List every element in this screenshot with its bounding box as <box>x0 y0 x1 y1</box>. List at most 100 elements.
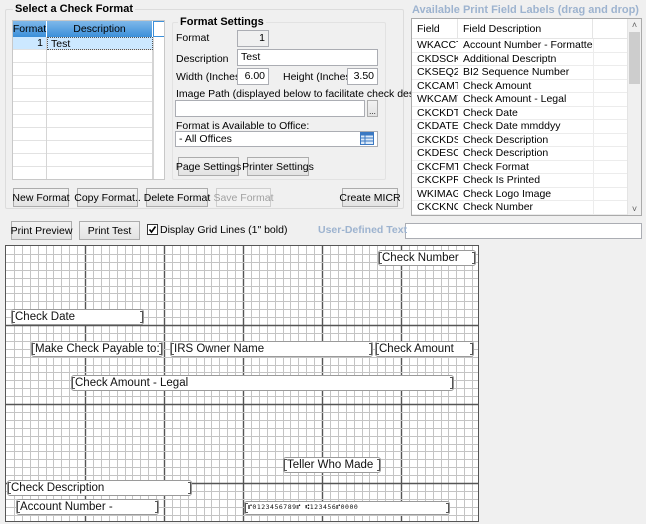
description-input[interactable]: Test <box>237 49 378 66</box>
field-list-item[interactable]: CKDATE Check Date mmddyy <box>412 120 627 134</box>
field-extra-cell <box>593 133 627 147</box>
format-label: Format <box>176 32 210 44</box>
cell-empty <box>13 154 47 167</box>
design-field-micr-line[interactable]: ⑈0123456789⑈ ⑆123456⑈0000 <box>244 501 450 515</box>
cell-empty <box>13 167 47 179</box>
delete-format-button[interactable]: Delete Format <box>144 188 210 207</box>
table-row-empty <box>13 102 153 115</box>
design-field-teller[interactable]: Teller Who Made <box>283 457 381 473</box>
field-extra-cell <box>593 39 627 53</box>
table-column-blank <box>153 37 164 179</box>
column-header-field[interactable]: Field <box>412 19 458 39</box>
cell-empty <box>47 102 153 115</box>
field-labels-list[interactable]: Field Field Description WKACCT Account Nu… <box>411 18 642 216</box>
field-list-header: Field Field Description <box>412 19 627 39</box>
design-field-check-date[interactable]: Check Date <box>11 309 144 325</box>
scroll-down-icon[interactable]: ˅ <box>628 203 641 215</box>
office-select[interactable]: - All Offices <box>175 131 378 147</box>
table-row-empty <box>13 89 153 102</box>
field-list-item[interactable]: CKCKDS Check Description <box>412 133 627 147</box>
save-format-button[interactable]: Save Format <box>213 188 274 207</box>
design-field-check-amount-legal[interactable]: Check Amount - Legal <box>71 375 454 391</box>
column-header-format[interactable]: Format <box>13 21 47 37</box>
field-code: CKCAMT <box>417 79 458 92</box>
field-list-item[interactable]: WKCAMT Check Amount - Legal <box>412 93 627 107</box>
format-table[interactable]: Format Description 1 Test <box>12 20 165 180</box>
field-list-item[interactable]: CKCAMT Check Amount <box>412 79 627 93</box>
field-code: CKCKDS <box>417 133 458 146</box>
scrollbar-thumb[interactable] <box>629 32 640 84</box>
field-list-item[interactable]: CKCKDT Check Date <box>412 106 627 120</box>
printer-settings-button[interactable]: Printer Settings <box>242 157 314 176</box>
field-list-item[interactable]: WKACCT Account Number - Formatted <box>412 39 627 53</box>
cell-empty <box>47 141 153 154</box>
field-extra-cell <box>593 187 627 201</box>
field-list-item[interactable]: CKCKNO Check Number <box>412 201 627 215</box>
image-path-input[interactable] <box>175 100 365 117</box>
field-list-item[interactable]: CKDESC Check Description <box>412 147 627 161</box>
width-input[interactable]: 6.00 <box>237 68 269 85</box>
table-row-empty <box>13 128 153 141</box>
table-row-empty <box>13 141 153 154</box>
field-list-item[interactable]: CKSEQ2 BI2 Sequence Number <box>412 66 627 80</box>
field-list-scrollbar[interactable]: ˄ ˅ <box>627 19 641 215</box>
field-description: Check Logo Image <box>463 187 552 200</box>
field-list-item[interactable]: CKCKPR Check Is Printed <box>412 174 627 188</box>
field-description: BI2 Sequence Number <box>463 66 570 78</box>
cell-empty <box>13 115 47 128</box>
cell-description: Test <box>47 37 153 50</box>
field-extra-cell <box>593 147 627 161</box>
field-extra-cell <box>593 214 627 215</box>
design-field-check-number[interactable]: Check Number <box>378 250 476 266</box>
field-list-item[interactable]: WKIMAG Check Logo Image <box>412 187 627 201</box>
grid-lines-checkbox[interactable] <box>147 224 158 235</box>
column-header-description[interactable]: Description <box>47 21 153 37</box>
table-row[interactable]: 1 Test <box>13 37 153 50</box>
field-list-item[interactable]: CKCFMT Check Format <box>412 160 627 174</box>
create-micr-button[interactable]: Create MICR <box>339 188 401 207</box>
cell-empty <box>47 76 153 89</box>
scroll-up-icon[interactable]: ˄ <box>628 19 641 31</box>
table-row-empty <box>13 50 153 63</box>
field-code: WKCAMT <box>417 93 458 105</box>
office-list-icon[interactable] <box>360 132 374 145</box>
check-design-canvas[interactable]: Check Number Check Date Make Check Payab… <box>5 245 479 522</box>
field-extra-cell <box>593 174 627 188</box>
field-extra-cell <box>593 201 627 215</box>
user-defined-text-input[interactable] <box>405 223 642 239</box>
field-code: WKIMAG <box>417 187 458 200</box>
field-code: CKCHK# <box>412 215 458 216</box>
page-settings-button[interactable]: Page Settings <box>176 157 241 176</box>
design-field-payable-to[interactable]: Make Check Payable to: <box>31 341 163 357</box>
height-label: Height (Inches) <box>283 71 355 83</box>
design-field-owner-name[interactable]: IRS Owner Name <box>170 341 373 357</box>
field-list-item[interactable]: CKCHK#Check Number Formatted to 10 <box>412 214 627 216</box>
print-preview-button[interactable]: Print Preview <box>11 221 72 240</box>
field-extra-cell <box>593 106 627 120</box>
design-field-check-amount[interactable]: Check Amount <box>375 341 474 357</box>
table-row-empty <box>13 63 153 76</box>
copy-format-button[interactable]: Copy Format.. <box>74 188 141 207</box>
field-description: Check Date mmddyy <box>463 120 561 132</box>
list-icon <box>360 132 374 145</box>
field-list-item[interactable]: CKDSCK Additional Descriptn <box>412 52 627 66</box>
field-code: WKACCT <box>417 39 458 51</box>
column-header-field-description[interactable]: Field Description <box>458 19 593 39</box>
format-number-field: 1 <box>237 30 269 47</box>
field-description: Account Number - Formatted <box>463 39 593 51</box>
design-field-account-number[interactable]: Account Number - <box>16 499 159 515</box>
design-field-check-description[interactable]: Check Description <box>7 480 192 496</box>
cell-empty <box>47 63 153 76</box>
field-code: CKCKNO <box>417 201 458 213</box>
new-format-button[interactable]: New Format <box>12 188 70 207</box>
user-defined-text-label: User-Defined Text <box>318 224 408 236</box>
format-settings-title: Format Settings <box>178 16 266 28</box>
browse-image-button[interactable]: ... <box>367 100 378 117</box>
field-description: Check Description <box>463 147 549 159</box>
height-input[interactable]: 3.50 <box>347 68 378 85</box>
print-test-button[interactable]: Print Test <box>79 221 140 240</box>
field-code: CKDATE <box>417 120 458 132</box>
image-path-label: Image Path (displayed below to facilitat… <box>176 88 432 100</box>
field-extra-cell <box>593 93 627 107</box>
grid-lines-label[interactable]: Display Grid Lines (1" bold) <box>160 224 287 236</box>
